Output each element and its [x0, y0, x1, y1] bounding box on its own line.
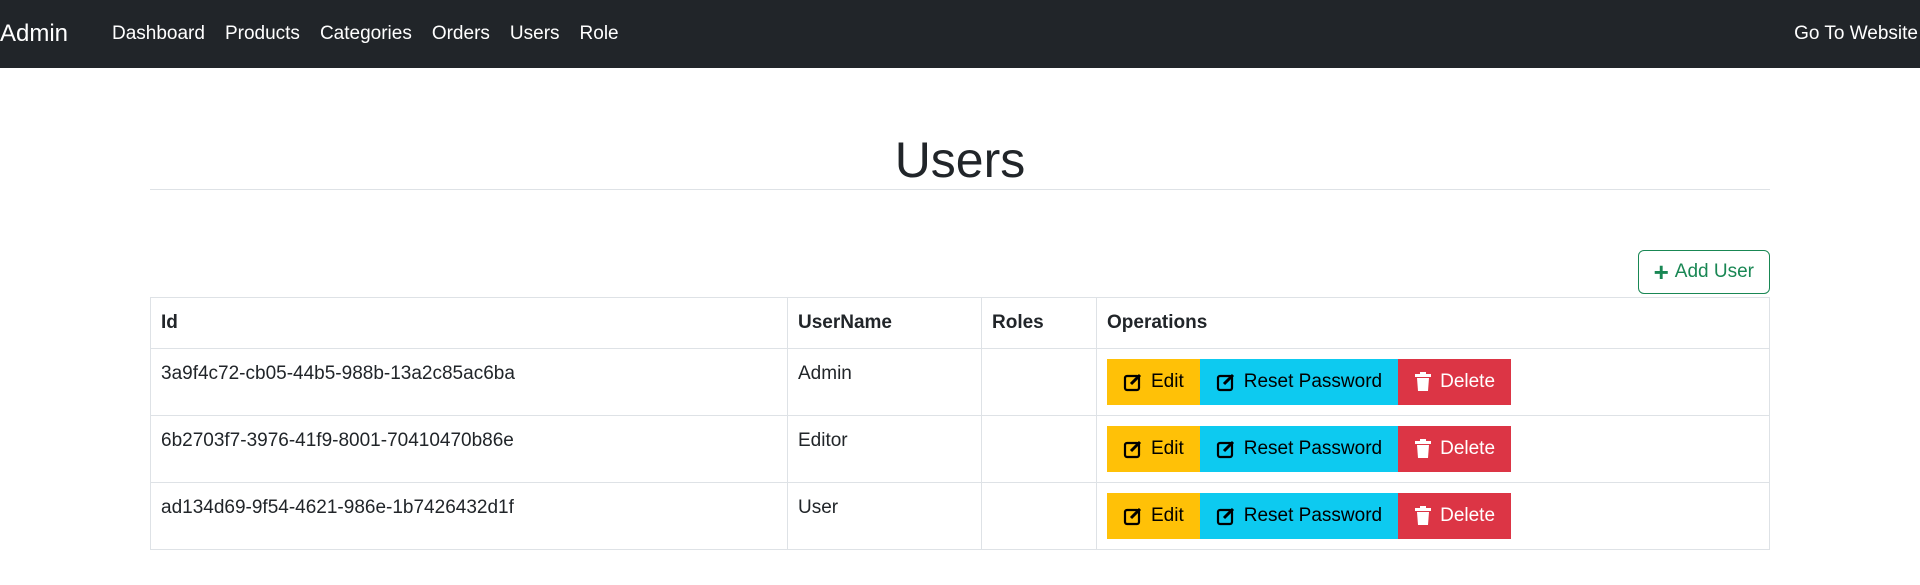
operations-group: Edit Reset Password Delete — [1107, 426, 1759, 472]
cell-operations: Edit Reset Password Delete — [1096, 348, 1770, 416]
edit-label: Edit — [1151, 371, 1184, 392]
edit-icon — [1123, 506, 1143, 526]
delete-label: Delete — [1440, 505, 1496, 526]
nav-link-products[interactable]: Products — [215, 20, 310, 48]
add-user-button[interactable]: + Add User — [1637, 250, 1770, 294]
edit-button[interactable]: Edit — [1107, 493, 1200, 539]
nav-link-categories[interactable]: Categories — [310, 20, 422, 48]
go-to-website-link[interactable]: Go To Website — [1794, 20, 1918, 48]
trash-icon — [1414, 439, 1432, 459]
cell-operations: Edit Reset Password Delete — [1096, 415, 1770, 483]
header-username: UserName — [787, 297, 982, 349]
add-user-label: Add User — [1674, 261, 1754, 282]
delete-button[interactable]: Delete — [1398, 426, 1512, 472]
table-row: 3a9f4c72-cb05-44b5-988b-13a2c85ac6ba Adm… — [150, 348, 1770, 416]
edit-icon — [1216, 506, 1236, 526]
delete-button[interactable]: Delete — [1398, 359, 1512, 405]
cell-id: ad134d69-9f54-4621-986e-1b7426432d1f — [150, 482, 788, 550]
delete-button[interactable]: Delete — [1398, 493, 1512, 539]
nav-link-orders[interactable]: Orders — [422, 20, 500, 48]
delete-label: Delete — [1440, 371, 1496, 392]
users-table: Id UserName Roles Operations 3a9f4c72-cb… — [150, 297, 1770, 550]
edit-label: Edit — [1151, 505, 1184, 526]
trash-icon — [1414, 372, 1432, 392]
reset-password-label: Reset Password — [1243, 438, 1383, 459]
edit-icon — [1123, 439, 1143, 459]
cell-roles — [981, 482, 1097, 550]
cell-username: Admin — [787, 348, 982, 416]
reset-password-label: Reset Password — [1243, 505, 1383, 526]
nav-link-users[interactable]: Users — [500, 20, 570, 48]
cell-username: User — [787, 482, 982, 550]
header-operations: Operations — [1096, 297, 1770, 349]
reset-password-button[interactable]: Reset Password — [1199, 426, 1399, 472]
delete-label: Delete — [1440, 438, 1496, 459]
edit-label: Edit — [1151, 438, 1184, 459]
edit-button[interactable]: Edit — [1107, 426, 1200, 472]
nav-link-role[interactable]: Role — [570, 20, 629, 48]
table-row: ad134d69-9f54-4621-986e-1b7426432d1f Use… — [150, 482, 1770, 550]
reset-password-button[interactable]: Reset Password — [1199, 493, 1399, 539]
edit-icon — [1216, 439, 1236, 459]
page-title: Users — [894, 132, 1026, 188]
edit-icon — [1216, 372, 1236, 392]
cell-id: 3a9f4c72-cb05-44b5-988b-13a2c85ac6ba — [150, 348, 788, 416]
cell-roles — [981, 348, 1097, 416]
trash-icon — [1414, 506, 1432, 526]
cell-id: 6b2703f7-3976-41f9-8001-70410470b86e — [150, 415, 788, 483]
title-divider — [150, 189, 1770, 190]
table-row: 6b2703f7-3976-41f9-8001-70410470b86e Edi… — [150, 415, 1770, 483]
cell-username: Editor — [787, 415, 982, 483]
nav-links: Dashboard Products Categories Orders Use… — [102, 20, 629, 48]
reset-password-label: Reset Password — [1243, 371, 1383, 392]
brand-link[interactable]: Admin — [0, 18, 68, 50]
cell-roles — [981, 415, 1097, 483]
header-id: Id — [150, 297, 788, 349]
cell-operations: Edit Reset Password Delete — [1096, 482, 1770, 550]
operations-group: Edit Reset Password Delete — [1107, 493, 1759, 539]
table-header-row: Id UserName Roles Operations — [150, 297, 1770, 349]
edit-button[interactable]: Edit — [1107, 359, 1200, 405]
reset-password-button[interactable]: Reset Password — [1199, 359, 1399, 405]
header-roles: Roles — [981, 297, 1097, 349]
edit-icon — [1123, 372, 1143, 392]
operations-group: Edit Reset Password Delete — [1107, 359, 1759, 405]
plus-icon: + — [1653, 257, 1669, 287]
nav-link-dashboard[interactable]: Dashboard — [102, 20, 215, 48]
top-navbar: Admin Dashboard Products Categories Orde… — [0, 0, 1920, 68]
